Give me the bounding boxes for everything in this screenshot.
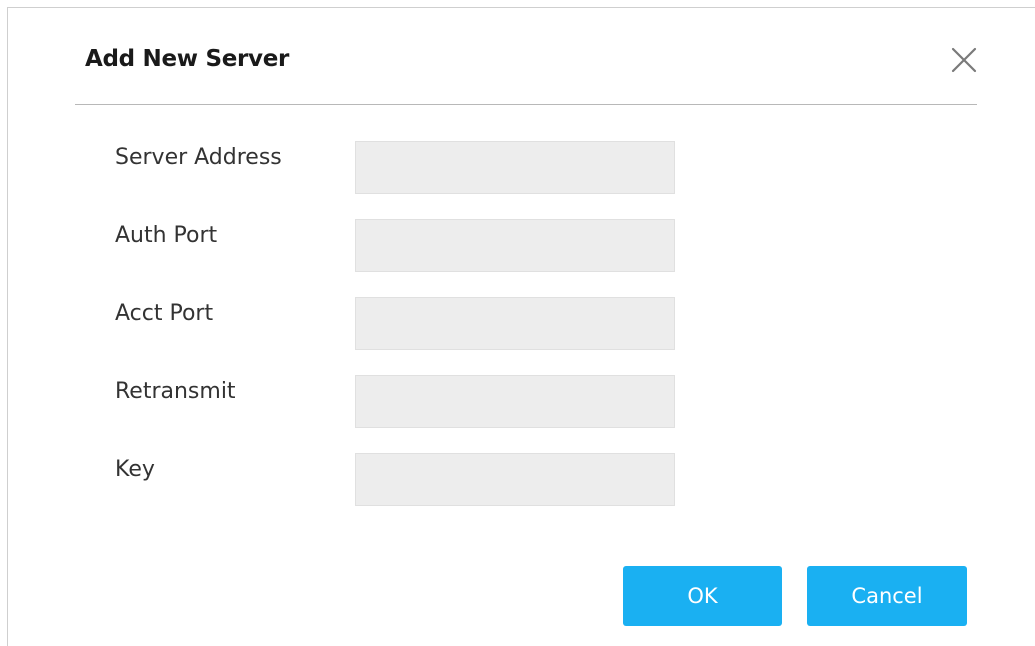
server-address-label: Server Address: [115, 145, 282, 170]
retransmit-label: Retransmit: [115, 379, 236, 404]
key-input[interactable]: [355, 453, 675, 506]
acct-port-label: Acct Port: [115, 301, 214, 326]
acct-port-input[interactable]: [355, 297, 675, 350]
add-server-dialog: Add New Server Server Address Auth Port …: [7, 7, 1035, 646]
key-label: Key: [115, 457, 155, 482]
header-divider: [75, 104, 977, 105]
cancel-button[interactable]: Cancel: [807, 566, 967, 626]
auth-port-input[interactable]: [355, 219, 675, 272]
retransmit-input[interactable]: [355, 375, 675, 428]
close-button[interactable]: [946, 42, 982, 78]
server-address-input[interactable]: [355, 141, 675, 194]
auth-port-label: Auth Port: [115, 223, 218, 248]
close-icon: [951, 47, 977, 73]
ok-button[interactable]: OK: [623, 566, 782, 626]
dialog-title: Add New Server: [85, 46, 290, 72]
